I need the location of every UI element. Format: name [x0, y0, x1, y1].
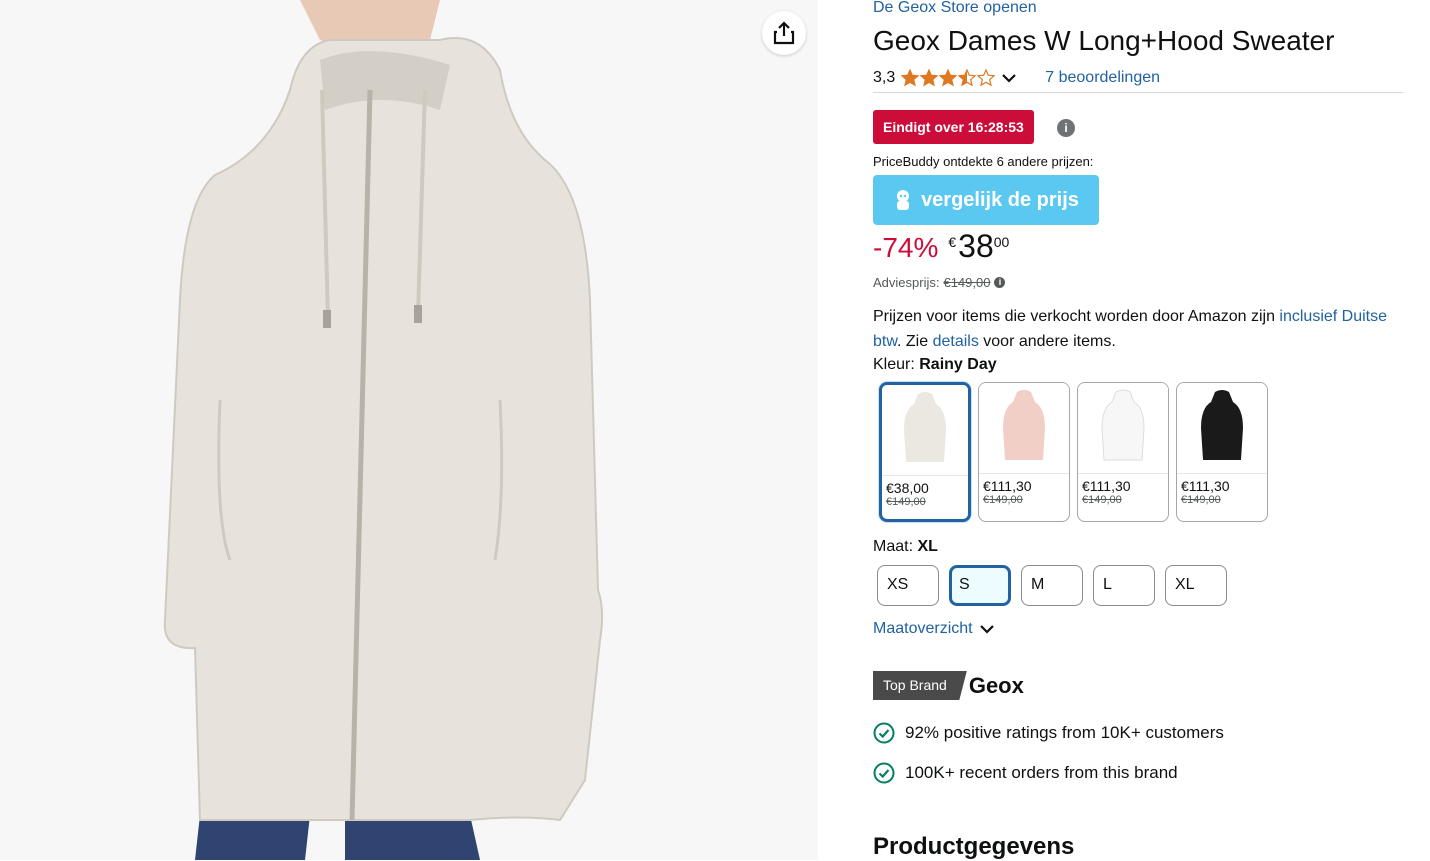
product-image-panel[interactable] — [0, 0, 818, 860]
pricebuddy-mascot-icon — [897, 190, 910, 210]
swatch-image — [1078, 383, 1168, 474]
brand-feature: 92% positive ratings from 10K+ customers — [873, 722, 1224, 744]
chevron-down-icon — [979, 625, 994, 634]
vat-text: voor andere items. — [978, 333, 1116, 350]
brand-feature: 100K+ recent orders from this brand — [873, 762, 1178, 784]
list-price-label: Adviesprijs: — [873, 275, 940, 290]
discount-percent: -74% — [873, 232, 939, 263]
swatch-old-price: €149,00 — [1181, 494, 1221, 506]
size-guide-link[interactable]: Maatoverzicht — [873, 620, 973, 638]
size-label: Maat: XL — [873, 538, 938, 556]
size-label-text: Maat: — [873, 538, 918, 555]
size-option-xl[interactable]: XL — [1165, 565, 1227, 606]
vat-text: . Zie — [897, 333, 933, 350]
swatch-price: €38,00 — [886, 480, 929, 496]
swatch-old-price: €149,00 — [1082, 494, 1122, 506]
swatch-price: €111,30 — [983, 478, 1032, 494]
color-swatches: €38,00 €149,00 €111,30 €149,00 €111,30 €… — [879, 382, 1268, 522]
share-icon — [773, 21, 795, 45]
price-currency: € — [948, 234, 957, 250]
color-swatch[interactable]: €111,30 €149,00 — [1176, 382, 1268, 522]
selected-color: Rainy Day — [919, 356, 997, 373]
list-price: Adviesprijs: €149,00 i — [873, 275, 1006, 290]
swatch-old-price: €149,00 — [886, 496, 926, 508]
product-details-heading: Productgegevens — [873, 833, 1075, 860]
compare-price-label: vergelijk de prijs — [921, 188, 1079, 211]
rating-value: 3,3 — [873, 69, 896, 86]
swatch-image — [1177, 383, 1267, 474]
reviews-link[interactable]: 7 beoordelingen — [1045, 69, 1160, 87]
color-swatch[interactable]: €111,30 €149,00 — [1077, 382, 1169, 522]
color-label: Kleur: Rainy Day — [873, 356, 997, 374]
star-icon — [939, 69, 958, 87]
brand-feature-text: 92% positive ratings from 10K+ customers — [905, 723, 1224, 742]
swatch-image — [882, 385, 968, 476]
size-option-xs[interactable]: XS — [877, 565, 939, 606]
color-label-text: Kleur: — [873, 356, 920, 373]
star-icon — [901, 69, 920, 87]
chevron-down-icon[interactable] — [1001, 72, 1017, 84]
size-option-s[interactable]: S — [949, 565, 1011, 606]
list-price-value: €149,00 — [943, 275, 991, 290]
swatch-old-price: €149,00 — [983, 494, 1023, 506]
size-options: XS S M L XL — [877, 565, 1227, 606]
swatch-price: €111,30 — [1082, 478, 1131, 494]
check-circle-icon — [873, 762, 895, 784]
top-brand-row: Top Brand Geox — [873, 671, 1024, 700]
info-icon[interactable]: i — [994, 277, 1006, 288]
color-swatch[interactable]: €38,00 €149,00 — [879, 382, 971, 522]
compare-price-button[interactable]: vergelijk de prijs — [873, 175, 1099, 225]
vat-notice: Prijzen voor items die verkocht worden d… — [873, 304, 1403, 354]
swatch-image — [979, 383, 1069, 474]
size-option-l[interactable]: L — [1093, 565, 1155, 606]
star-icon — [920, 69, 939, 87]
price-fraction: 00 — [993, 234, 1010, 250]
brand-name: Geox — [968, 672, 1024, 698]
details-link[interactable]: details — [933, 333, 979, 350]
size-guide-toggle[interactable]: Maatoverzicht — [873, 620, 995, 638]
info-icon[interactable]: i — [1057, 119, 1075, 137]
swatch-price: €111,30 — [1181, 478, 1230, 494]
rating-row: 3,3 7 beoordelingen — [873, 64, 1403, 93]
check-circle-icon — [873, 722, 895, 744]
brand-feature-text: 100K+ recent orders from this brand — [905, 763, 1178, 782]
top-brand-badge: Top Brand — [873, 671, 967, 700]
vat-text: Prijzen voor items die verkocht worden d… — [873, 308, 1280, 325]
pricebuddy-text: PriceBuddy ontdekte 6 andere prijzen: — [873, 154, 1094, 169]
star-rating[interactable] — [901, 69, 996, 87]
star-icon — [977, 69, 996, 87]
deal-badge: Eindigt over 16:28:53 — [873, 110, 1034, 144]
color-swatch[interactable]: €111,30 €149,00 — [978, 382, 1070, 522]
price-whole: 38 — [958, 228, 994, 264]
selected-size: XL — [917, 538, 938, 555]
share-button[interactable] — [762, 11, 806, 55]
store-link[interactable]: De Geox Store openen — [873, 0, 1037, 17]
star-icon — [958, 69, 977, 87]
product-title: Geox Dames W Long+Hood Sweater — [873, 25, 1335, 56]
price-block: -74% € 38 00 — [873, 228, 1009, 265]
size-option-m[interactable]: M — [1021, 565, 1083, 606]
product-main-image[interactable] — [0, 0, 818, 860]
